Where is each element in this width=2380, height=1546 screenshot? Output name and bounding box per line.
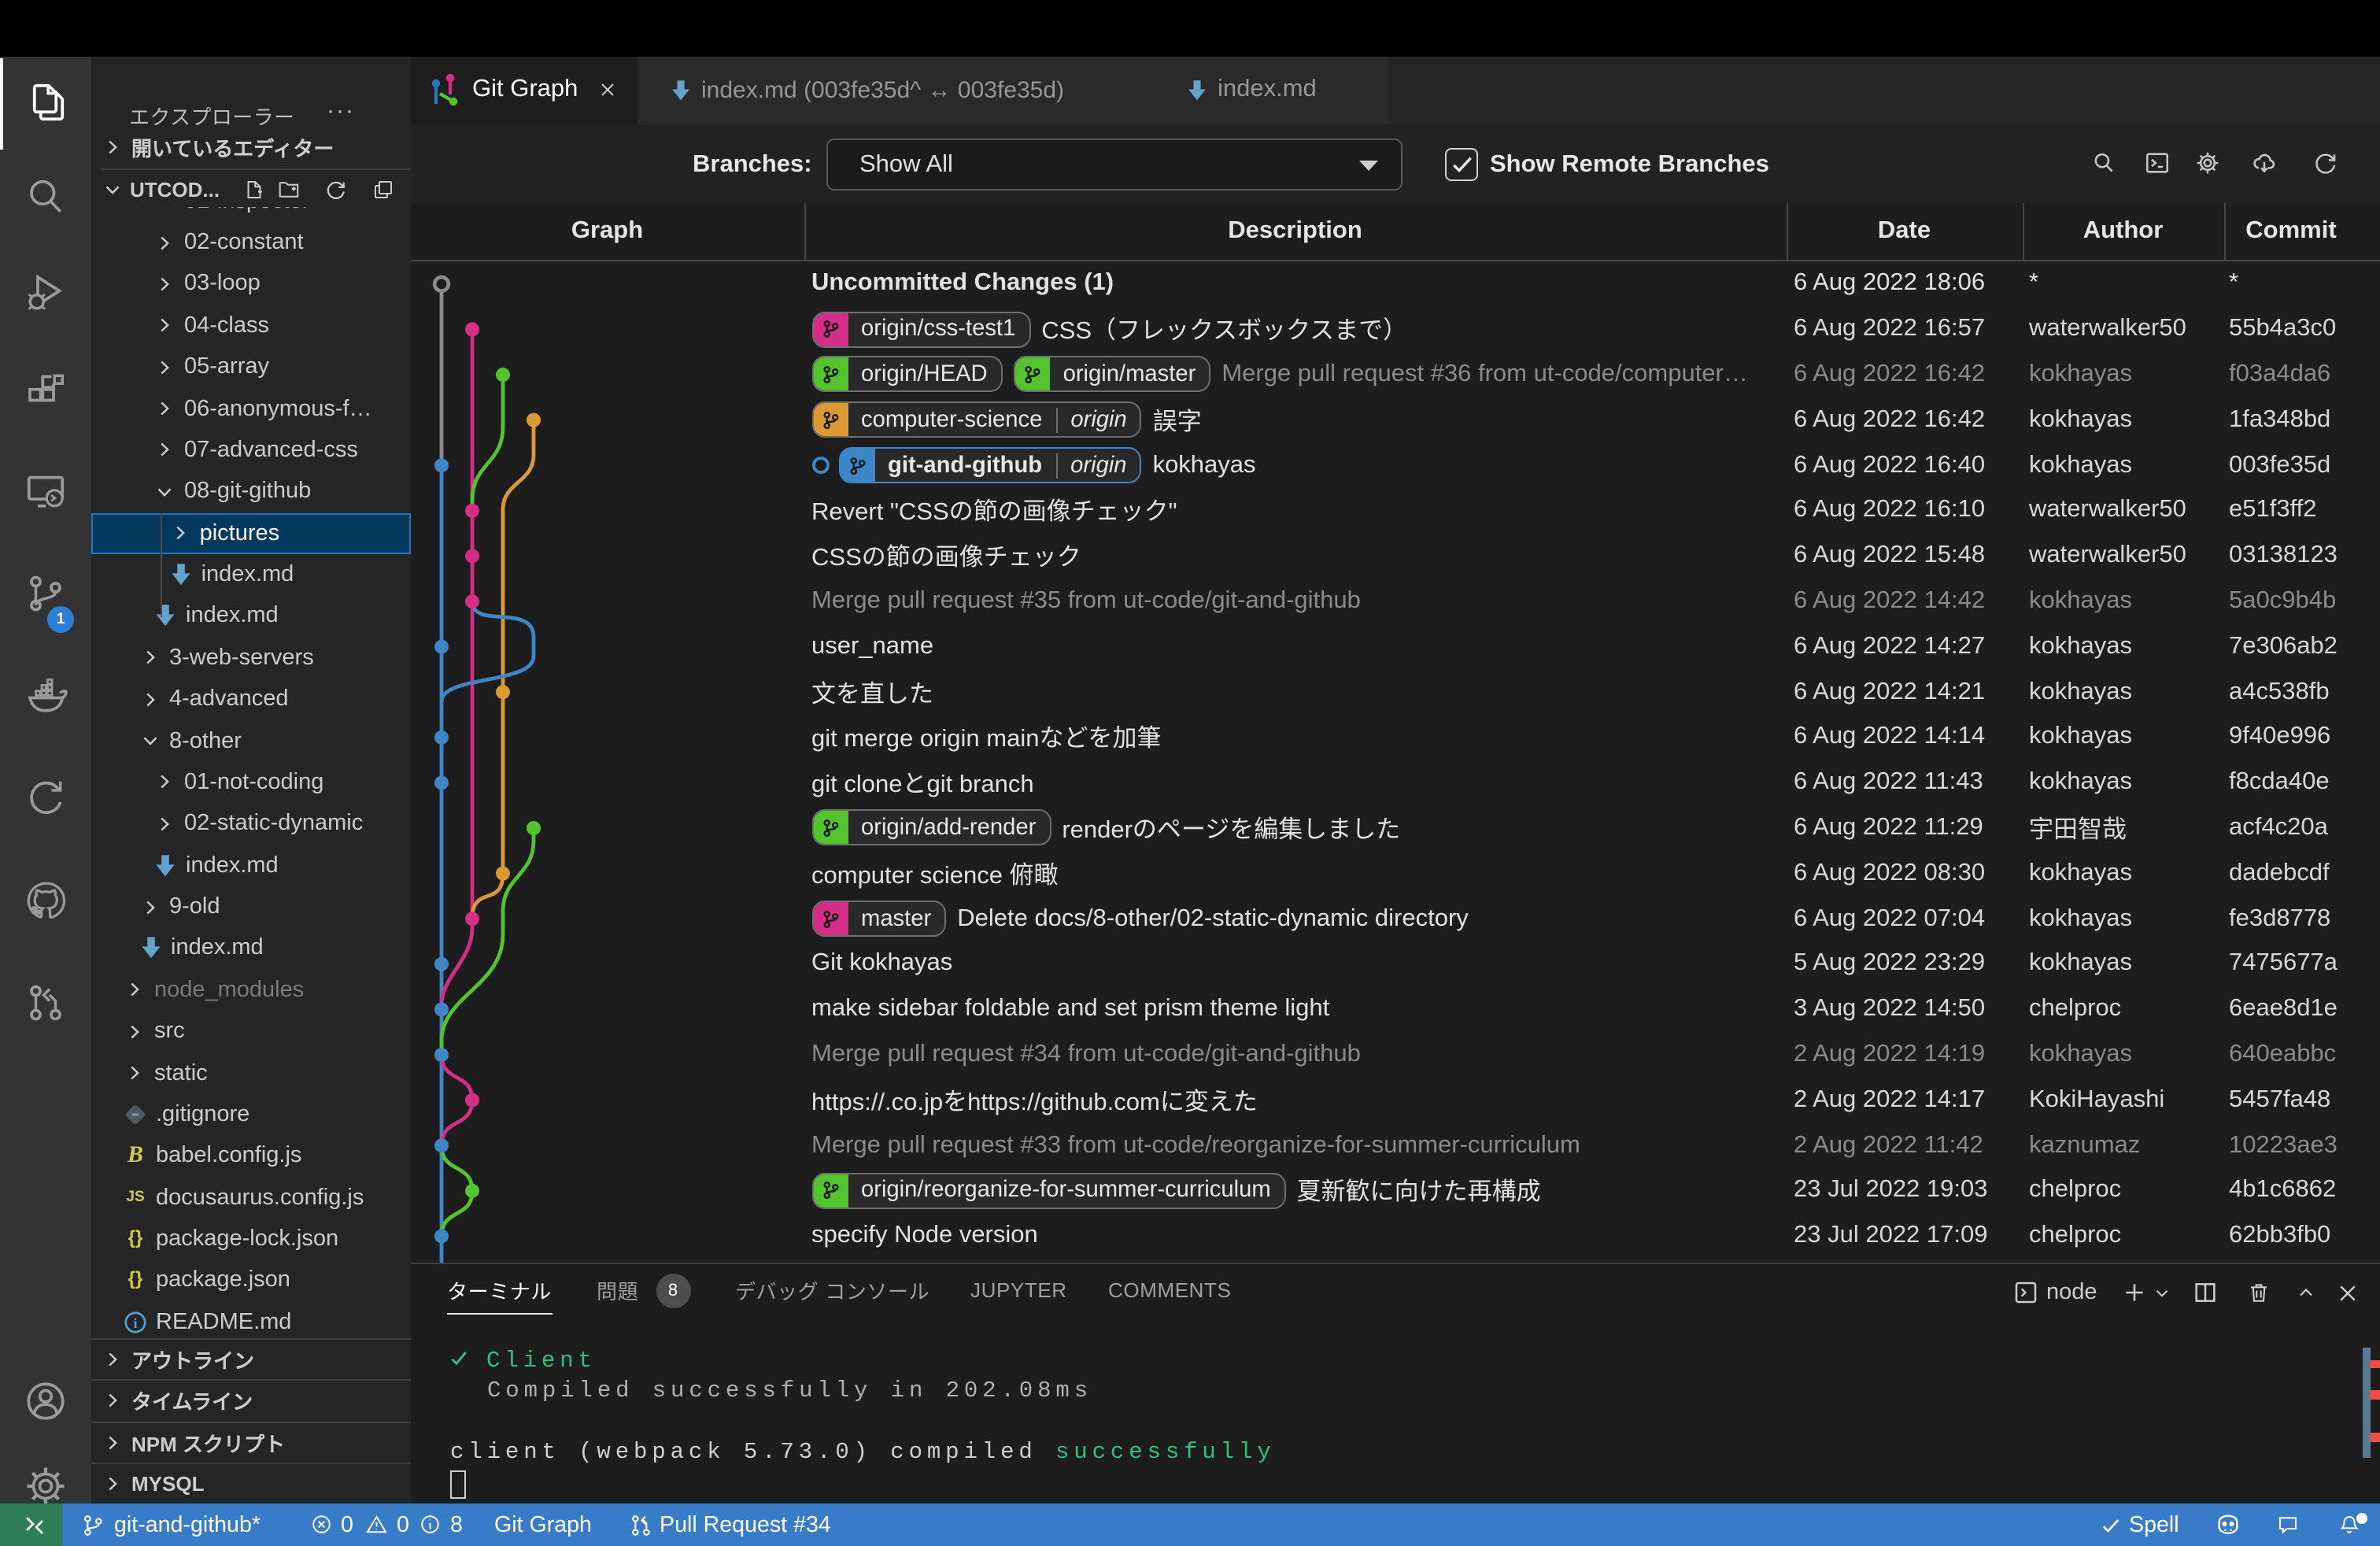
svg-text:i: i xyxy=(133,1315,137,1330)
